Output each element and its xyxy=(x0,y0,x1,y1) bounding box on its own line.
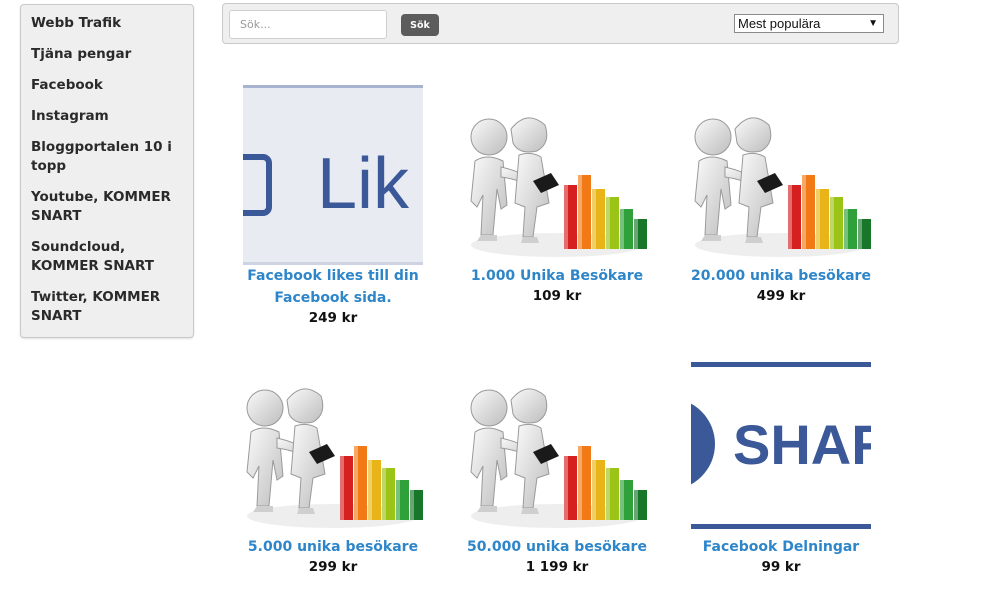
sidebar-item-instagram[interactable]: Instagram xyxy=(31,107,191,126)
product-price: 109 kr xyxy=(532,288,582,304)
sidebar-item-facebook[interactable]: Facebook xyxy=(31,76,191,95)
product-name[interactable]: 50.000 unika besökare xyxy=(467,536,647,558)
product-name[interactable]: 5.000 unika besökare xyxy=(243,536,423,558)
like-image-text: Lik xyxy=(317,144,410,224)
sidebar-item-soundcloud[interactable]: Soundcloud, KOMMER SNART xyxy=(31,238,191,276)
search-button[interactable]: Sök xyxy=(401,14,439,36)
search-input[interactable] xyxy=(229,10,387,39)
product-price: 1 199 kr xyxy=(525,559,589,575)
visitors-chart-image[interactable] xyxy=(467,356,647,536)
sidebar-item-bloggportalen[interactable]: Bloggportalen 10 i topp xyxy=(31,138,191,176)
category-sidebar: Webb Trafik Tjäna pengar Facebook Instag… xyxy=(20,4,194,338)
sidebar-item-youtube[interactable]: Youtube, KOMMER SNART xyxy=(31,188,191,226)
facebook-share-image[interactable]: SHAR xyxy=(691,356,871,536)
search-toolbar: Sök Mest populära ▼ xyxy=(222,3,899,44)
product-name[interactable]: Facebook Delningar xyxy=(691,536,871,558)
product-name[interactable]: Facebook likes till din Facebook sida. xyxy=(243,265,423,309)
product-card[interactable]: 5.000 unika besökare 299 kr xyxy=(243,356,423,576)
product-price: 249 kr xyxy=(308,310,358,326)
sort-selected-value: Mest populära xyxy=(738,16,821,31)
product-name[interactable]: 20.000 unika besökare xyxy=(691,265,871,287)
visitors-chart-image[interactable] xyxy=(691,85,871,265)
sort-select[interactable]: Mest populära ▼ xyxy=(734,14,884,33)
sidebar-item-twitter[interactable]: Twitter, KOMMER SNART xyxy=(31,288,191,326)
product-name[interactable]: 1.000 Unika Besökare xyxy=(467,265,647,287)
product-card[interactable]: Lik Facebook likes till din Facebook sid… xyxy=(243,85,423,327)
product-card[interactable]: SHAR Facebook Delningar 99 kr xyxy=(691,356,871,576)
dropdown-arrow-icon: ▼ xyxy=(868,18,878,29)
product-card[interactable]: 20.000 unika besökare 499 kr xyxy=(691,85,871,305)
product-card[interactable]: 1.000 Unika Besökare 109 kr xyxy=(467,85,647,305)
visitors-chart-image[interactable] xyxy=(467,85,647,265)
category-list: Webb Trafik Tjäna pengar Facebook Instag… xyxy=(21,5,193,326)
product-price: 499 kr xyxy=(756,288,806,304)
product-price: 99 kr xyxy=(761,559,801,575)
product-price: 299 kr xyxy=(308,559,358,575)
facebook-like-image[interactable]: Lik xyxy=(243,85,423,265)
product-card[interactable]: 50.000 unika besökare 1 199 kr xyxy=(467,356,647,576)
sidebar-item-tjana-pengar[interactable]: Tjäna pengar xyxy=(31,45,191,64)
sidebar-item-webb-trafik[interactable]: Webb Trafik xyxy=(31,14,191,33)
share-image-text: SHAR xyxy=(733,413,871,476)
visitors-chart-image[interactable] xyxy=(243,356,423,536)
